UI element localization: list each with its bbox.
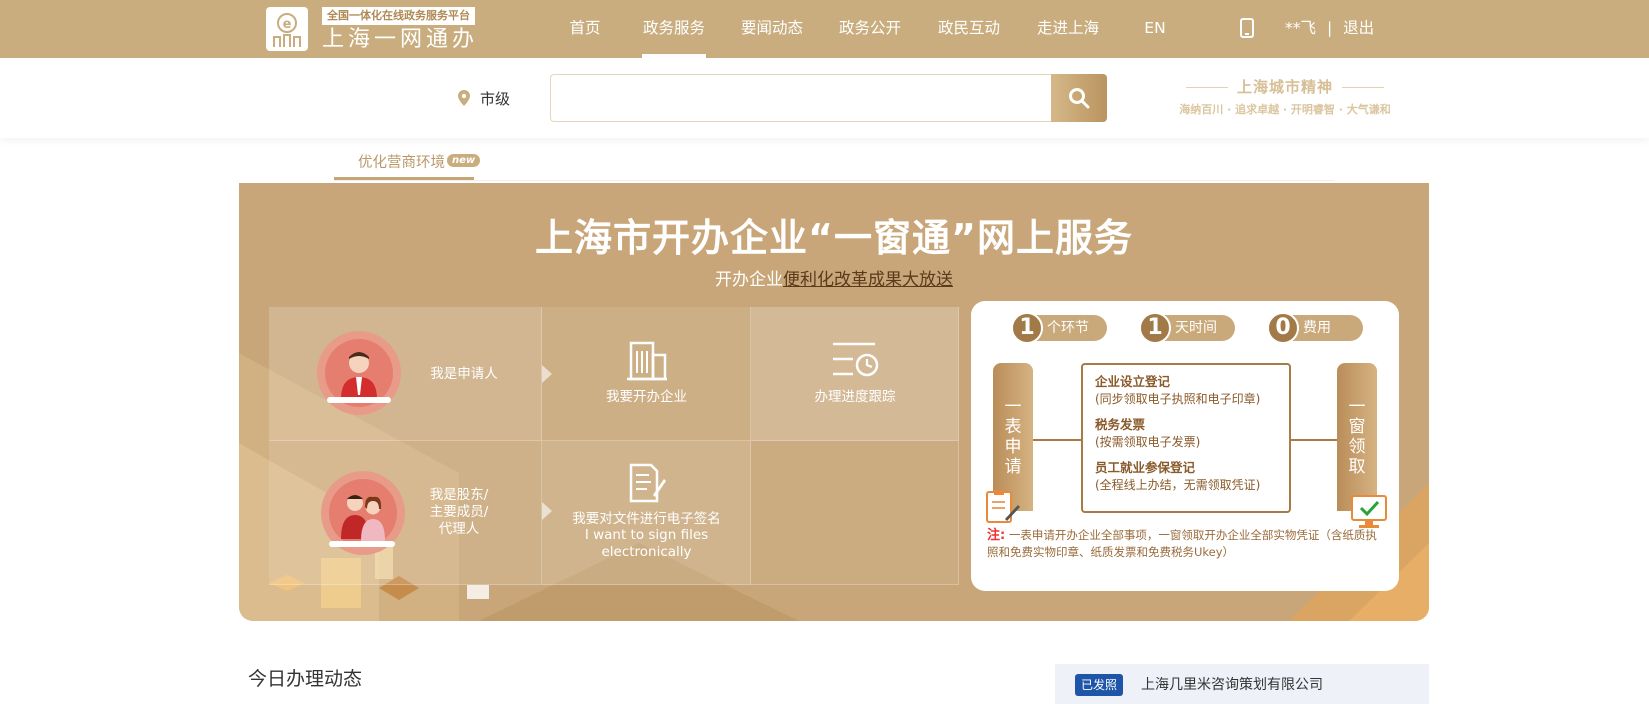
one-window-service-banner: 上海市开办企业“一窗通”网上服务 开办企业便利化改革成果大放送 我是申请人 我要… xyxy=(239,183,1429,621)
pill-zero-fee: 0 费用 xyxy=(1267,312,1363,344)
one-form-char-1: 一 xyxy=(1004,397,1022,417)
tab-business-environment[interactable]: 优化营商环境 new xyxy=(334,152,481,180)
user-area: **飞 | 退出 xyxy=(1285,0,1374,58)
item-tax-invoice-desc: (按需领取电子发票) xyxy=(1095,435,1201,449)
one-window-collect-column: 一 窗 领 取 xyxy=(1337,363,1377,511)
pill-one-day-number: 1 xyxy=(1139,312,1171,344)
empty-cell xyxy=(751,441,959,585)
clipboard-pen-icon xyxy=(986,490,1020,523)
logo-name: 上海一网通办 xyxy=(322,27,479,52)
nav-item-public-affairs[interactable]: 政务公开 xyxy=(838,0,902,58)
licensed-status-badge: 已发照 xyxy=(1075,674,1124,696)
top-navigation-bar: e 全国一体化在线政务服务平台 上海一网通办 首页 政务服务 要闻动态 政务公开… xyxy=(0,0,1649,58)
shareholder-label-line-3: 代理人 xyxy=(438,521,480,537)
e-sign-cell[interactable]: 我要对文件进行电子签名 I want to sign files electro… xyxy=(542,441,751,585)
e-sign-document-icon xyxy=(629,463,666,503)
shareholder-cell[interactable]: 我是股东/ 主要成员/ 代理人 xyxy=(269,441,542,585)
service-items-box: 企业设立登记 (同步领取电子执照和电子印章) 税务发票 (按需领取电子发票) 员… xyxy=(1081,363,1291,513)
city-spirit-title: 上海城市精神 xyxy=(1160,76,1410,98)
one-window-char-1: 一 xyxy=(1348,397,1366,417)
search-button[interactable] xyxy=(1051,74,1107,122)
pill-one-step: 1 个环节 xyxy=(1011,312,1107,344)
monitor-check-icon xyxy=(1351,495,1387,528)
e-sign-label-cn: 我要对文件进行电子签名 xyxy=(572,511,721,527)
open-company-cell[interactable]: 我要开办企业 xyxy=(542,307,751,441)
nav-item-home[interactable]: 首页 xyxy=(550,0,620,58)
city-spirit-subtitle: 海纳百川 · 追求卓越 · 开明睿智 · 大气谦和 xyxy=(1179,103,1391,116)
user-separator: | xyxy=(1326,19,1333,37)
banner-subtitle-link[interactable]: 便利化改革成果大放送 xyxy=(783,270,953,290)
site-logo[interactable]: e 全国一体化在线政务服务平台 上海一网通办 xyxy=(266,7,490,52)
pill-zero-fee-label: 费用 xyxy=(1303,320,1331,336)
progress-tracking-cell[interactable]: 办理进度跟踪 xyxy=(751,307,959,441)
applicant-cell[interactable]: 我是申请人 xyxy=(269,307,542,441)
applicant-desk xyxy=(327,397,391,403)
one-form-char-4: 请 xyxy=(1004,457,1022,477)
item-employee-insurance-title: 员工就业参保登记 xyxy=(1095,460,1196,475)
banner-title: 上海市开办企业“一窗通”网上服务 xyxy=(535,216,1133,260)
logo-emblem-icon: e xyxy=(266,7,308,51)
one-window-char-4: 取 xyxy=(1348,457,1366,477)
note-text: 一表申请开办企业全部事项，一窗领取开办企业全部实物凭证（含纸质执照和免费实物印章… xyxy=(987,528,1377,559)
pill-zero-fee-number: 0 xyxy=(1267,312,1299,344)
nav-item-interaction[interactable]: 政民互动 xyxy=(937,0,1001,58)
right-connector-line xyxy=(1291,439,1339,441)
city-spirit-banner: 上海城市精神 海纳百川 · 追求卓越 · 开明睿智 · 大气谦和 xyxy=(1160,76,1410,120)
pill-one-day-label: 天时间 xyxy=(1175,320,1217,336)
progress-tracking-label: 办理进度跟踪 xyxy=(814,389,896,405)
banner-subtitle: 开办企业便利化改革成果大放送 xyxy=(239,265,1429,290)
tab-divider xyxy=(334,180,1334,181)
svg-text:e: e xyxy=(283,17,292,32)
pill-one-step-number: 1 xyxy=(1011,312,1043,344)
location-label: 市级 xyxy=(480,89,511,108)
one-form-char-2: 表 xyxy=(1004,417,1022,437)
location-selector[interactable]: 市级 xyxy=(458,86,510,110)
item-company-registration-title: 企业设立登记 xyxy=(1095,374,1171,389)
today-activity-title: 今日办理动态 xyxy=(248,668,363,690)
nav-item-gov-services[interactable]: 政务服务 xyxy=(642,0,706,58)
shareholder-desk xyxy=(329,541,395,547)
logout-link[interactable]: 退出 xyxy=(1343,19,1374,37)
shareholder-people-icon xyxy=(341,495,385,541)
one-window-char-3: 领 xyxy=(1348,437,1366,457)
shareholder-label-line-2: 主要成员/ xyxy=(429,504,489,520)
pill-one-day: 1 天时间 xyxy=(1139,312,1235,344)
one-form-char-3: 申 xyxy=(1004,437,1022,457)
search-input[interactable] xyxy=(550,74,1052,122)
banner-subtitle-prefix: 开办企业 xyxy=(715,270,783,290)
service-note: 注: 一表申请开办企业全部事项，一窗领取开办企业全部实物凭证（含纸质执照和免费实… xyxy=(987,527,1383,561)
shareholder-label-line-1: 我是股东/ xyxy=(429,487,489,503)
item-company-registration-desc: (同步领取电子执照和电子印章) xyxy=(1095,392,1261,406)
progress-clock-icon xyxy=(833,342,879,377)
nav-item-about-shanghai[interactable]: 走进上海 xyxy=(1036,0,1100,58)
tab-label: 优化营商环境 xyxy=(358,155,445,171)
main-nav: 首页 政务服务 要闻动态 政务公开 政民互动 走进上海 EN xyxy=(550,0,1170,58)
e-sign-label-en: I want to sign files electronically xyxy=(584,527,709,560)
mobile-phone-icon[interactable] xyxy=(1240,18,1254,38)
user-name[interactable]: **飞 xyxy=(1285,19,1316,37)
service-info-card: 1 个环节 1 天时间 0 费用 一 表 申 请 企业设立登记 (同步领取电子执… xyxy=(971,301,1399,591)
note-label: 注: xyxy=(987,528,1006,543)
nav-item-english[interactable]: EN xyxy=(1140,0,1170,58)
nav-item-news[interactable]: 要闻动态 xyxy=(740,0,804,58)
open-company-label: 我要开办企业 xyxy=(606,389,687,405)
item-employee-insurance-desc: (全程线上办结，无需领取凭证) xyxy=(1095,478,1261,492)
one-window-char-2: 窗 xyxy=(1348,417,1366,437)
service-grid: 我是申请人 我要开办企业 办理进度跟踪 我是股东/ 主要成员/ 代理人 我要对文… xyxy=(269,307,959,585)
location-pin-icon xyxy=(458,90,470,106)
pill-one-step-label: 个环节 xyxy=(1047,320,1089,336)
feed-company-name: 上海几里米咨询策划有限公司 xyxy=(1141,677,1323,693)
search-icon xyxy=(1069,88,1090,109)
applicant-label: 我是申请人 xyxy=(430,366,498,382)
new-badge: new xyxy=(447,154,481,167)
item-tax-invoice-title: 税务发票 xyxy=(1095,417,1146,432)
activity-feed-item[interactable]: 已发照 上海几里米咨询策划有限公司 xyxy=(1055,664,1429,704)
building-icon xyxy=(627,341,667,381)
left-connector-line xyxy=(1033,439,1081,441)
shareholder-label: 我是股东/ 主要成员/ 代理人 xyxy=(409,487,509,538)
logo-tagline: 全国一体化在线政务服务平台 xyxy=(322,7,475,25)
